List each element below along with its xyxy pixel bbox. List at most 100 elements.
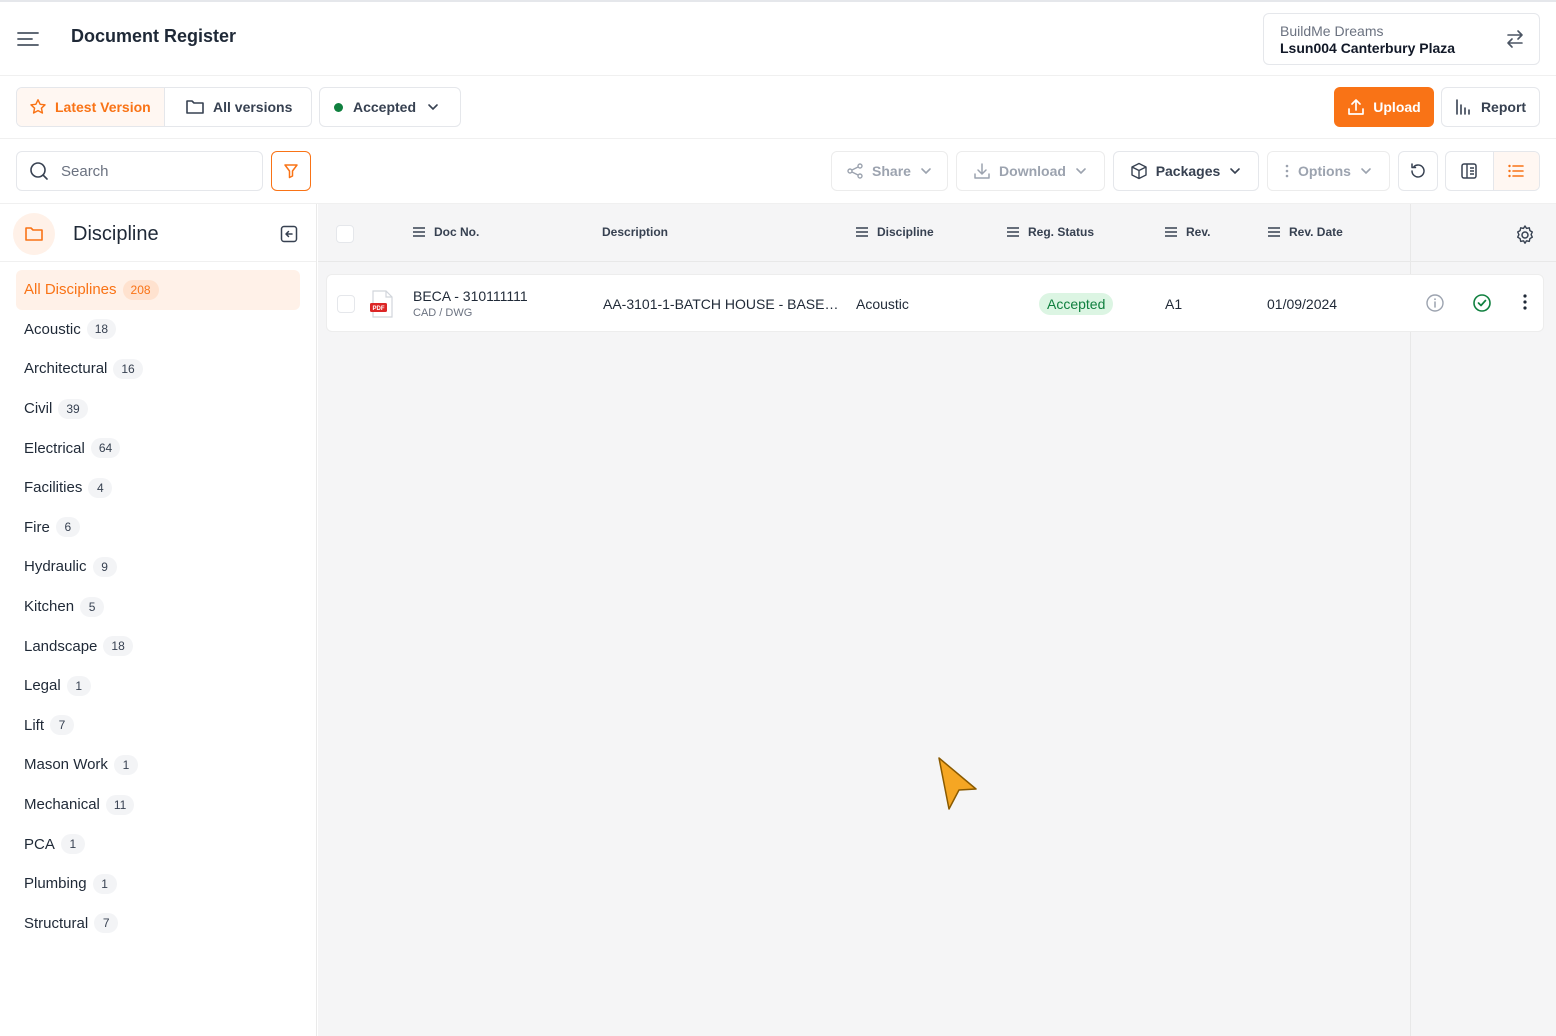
count-badge: 208 (122, 279, 159, 300)
sidebar-item-acoustic[interactable]: Acoustic 18 (16, 310, 300, 350)
panel-view-button[interactable] (1446, 152, 1493, 190)
document-table: Doc No. Description Discipline Reg. Stat… (318, 204, 1556, 1036)
sidebar-item-architectural[interactable]: Architectural 16 (16, 349, 300, 389)
settings-gear-icon[interactable] (1514, 224, 1536, 246)
top-bar: Document Register BuildMe Dreams Lsun004… (0, 0, 1556, 76)
sidebar-item-structural[interactable]: Structural 7 (16, 904, 300, 944)
discipline-cell: Acoustic (856, 296, 909, 312)
sidebar-item-kitchen[interactable]: Kitchen 5 (16, 587, 300, 627)
count-badge: 9 (92, 556, 117, 577)
count-badge: 1 (92, 873, 117, 894)
chevron-down-icon (426, 100, 440, 114)
pdf-file-icon: PDF (369, 290, 395, 318)
status-filter-dropdown[interactable]: Accepted (319, 87, 461, 127)
sidebar-item-plumbing[interactable]: Plumbing 1 (16, 864, 300, 904)
column-menu-icon (855, 226, 869, 238)
count-badge: 7 (94, 913, 119, 934)
collapse-sidebar-icon[interactable] (280, 225, 298, 243)
info-icon[interactable] (1425, 293, 1445, 313)
row-checkbox[interactable] (337, 295, 355, 313)
sidebar-item-civil[interactable]: Civil 39 (16, 389, 300, 429)
sidebar-item-legal[interactable]: Legal 1 (16, 666, 300, 706)
sidebar-item-pca[interactable]: PCA 1 (16, 824, 300, 864)
row-more-icon[interactable] (1522, 293, 1528, 311)
bar-chart-icon (1455, 98, 1473, 116)
sidebar-item-label: Mason Work (24, 756, 108, 774)
list-view-button[interactable] (1492, 152, 1539, 190)
list-icon (1507, 162, 1525, 180)
status-badge: Accepted (1039, 293, 1114, 315)
count-badge: 1 (66, 675, 91, 696)
chevron-down-icon (1359, 164, 1373, 178)
count-badge: 1 (113, 754, 138, 775)
table-header: Doc No. Description Discipline Reg. Stat… (318, 204, 1556, 262)
options-button[interactable]: Options (1267, 151, 1390, 191)
sidebar-item-label: Kitchen (24, 598, 75, 616)
column-header-label: Doc No. (434, 225, 480, 239)
select-all-checkbox[interactable] (336, 225, 354, 243)
doc-no: BECA - 310111111 (413, 288, 528, 304)
sidebar-item-hydraulic[interactable]: Hydraulic 9 (16, 547, 300, 587)
sidebar-item-lift[interactable]: Lift 7 (16, 706, 300, 746)
download-button[interactable]: Download (956, 151, 1105, 191)
project-org: BuildMe Dreams (1280, 23, 1384, 39)
column-header-discipline[interactable]: Discipline (855, 225, 934, 239)
packages-label: Packages (1155, 163, 1221, 179)
column-menu-icon (1006, 226, 1020, 238)
sidebar-header: Discipline (0, 204, 316, 262)
sidebar-item-all-disciplines[interactable]: All Disciplines 208 (16, 270, 300, 310)
sidebar-item-mechanical[interactable]: Mechanical 11 (16, 785, 300, 825)
column-menu-icon (1267, 226, 1281, 238)
sidebar-item-mason-work[interactable]: Mason Work 1 (16, 745, 300, 785)
latest-version-button[interactable]: Latest Version (17, 88, 165, 126)
star-icon (29, 98, 47, 116)
search-input[interactable] (61, 162, 241, 180)
upload-button[interactable]: Upload (1334, 87, 1434, 127)
column-header-description[interactable]: Description (602, 225, 668, 239)
share-button[interactable]: Share (831, 151, 948, 191)
column-header-rev-date[interactable]: Rev. Date (1267, 225, 1343, 239)
approved-check-icon[interactable] (1472, 293, 1492, 313)
action-toolbar: Share Download Packages Options (0, 139, 1556, 204)
all-versions-label: All versions (213, 99, 293, 115)
filter-icon (283, 163, 299, 179)
sidebar-item-label: Mechanical (24, 796, 100, 814)
hamburger-menu-icon[interactable] (14, 26, 42, 52)
sidebar-item-fire[interactable]: Fire 6 (16, 508, 300, 548)
column-header-rev[interactable]: Rev. (1164, 225, 1210, 239)
count-badge: 16 (113, 358, 143, 379)
column-menu-icon (412, 226, 426, 238)
sidebar-item-label: Legal (24, 677, 61, 695)
version-toolbar: Latest Version All versions Accepted Upl… (0, 76, 1556, 139)
status-dot-icon (334, 102, 343, 112)
project-switcher[interactable]: BuildMe Dreams Lsun004 Canterbury Plaza (1263, 13, 1540, 65)
packages-button[interactable]: Packages (1113, 151, 1259, 191)
search-box (16, 151, 263, 191)
status-filter-label: Accepted (353, 99, 417, 115)
discipline-list: All Disciplines 208 Acoustic 18 Architectu… (0, 262, 316, 943)
filter-button[interactable] (271, 151, 311, 191)
doc-no-cell: BECA - 310111111 CAD / DWG (413, 288, 528, 319)
share-icon (846, 162, 864, 180)
vertical-dots-icon (1284, 163, 1290, 179)
table-row[interactable]: PDF BECA - 310111111 CAD / DWG AA-3101-1… (326, 274, 1544, 332)
count-badge: 39 (58, 398, 88, 419)
sidebar-item-landscape[interactable]: Landscape 18 (16, 626, 300, 666)
sidebar-item-label: Lift (24, 716, 45, 734)
sidebar-item-facilities[interactable]: Facilities 4 (16, 468, 300, 508)
folder-icon (13, 213, 55, 255)
column-header-reg-status[interactable]: Reg. Status (1006, 225, 1094, 239)
description-cell: AA-3101-1-BATCH HOUSE - BASE… (603, 296, 839, 312)
all-versions-button[interactable]: All versions (165, 88, 304, 126)
rev-date-cell: 01/09/2024 (1267, 296, 1338, 312)
column-header-doc-no[interactable]: Doc No. (412, 225, 479, 239)
discipline-sidebar: Discipline All Disciplines 208 Acoustic 18… (0, 204, 317, 1036)
sidebar-item-electrical[interactable]: Electrical 64 (16, 428, 300, 468)
count-badge: 18 (86, 319, 117, 340)
report-button[interactable]: Report (1441, 87, 1540, 127)
options-label: Options (1298, 163, 1351, 179)
view-toggle (1445, 151, 1540, 191)
search-icon (29, 161, 49, 181)
sidebar-item-label: All Disciplines (24, 281, 117, 299)
refresh-button[interactable] (1398, 151, 1438, 191)
